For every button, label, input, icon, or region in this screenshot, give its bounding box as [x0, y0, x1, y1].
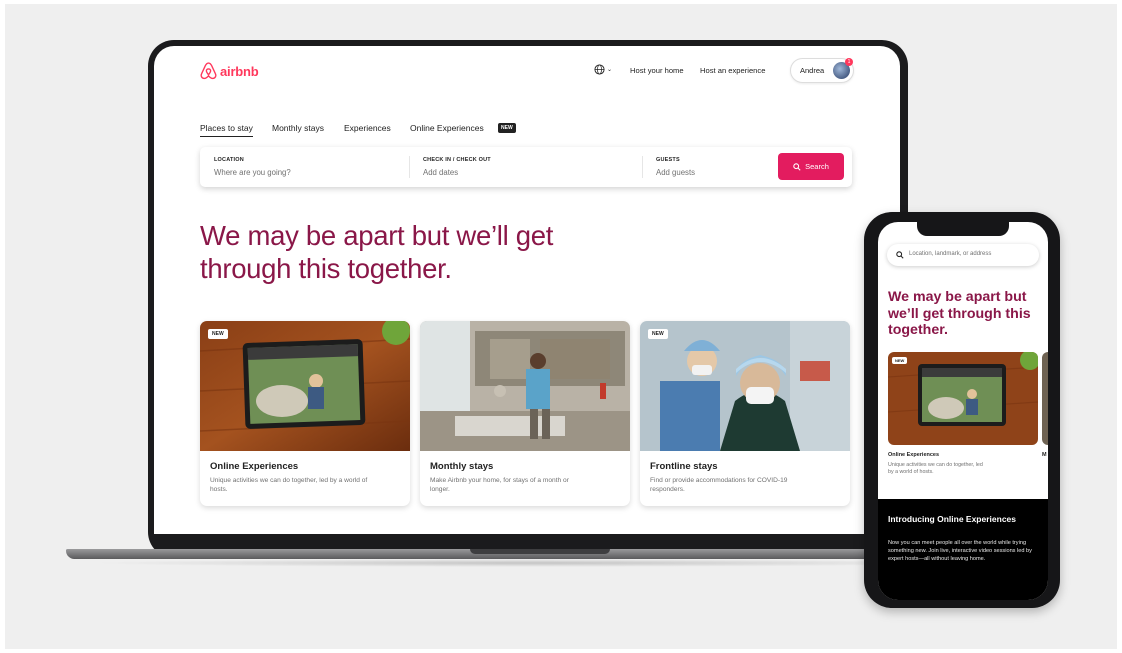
search-button[interactable]: Search	[778, 153, 844, 180]
card-online-experiences[interactable]: NEW Online Experiences Unique activities…	[200, 321, 410, 506]
location-input[interactable]: Where are you going?	[214, 168, 291, 177]
phone-search-placeholder: Location, landmark, or address	[909, 251, 992, 257]
guests-label: GUESTS	[656, 157, 680, 163]
card-title: Frontline stays	[650, 461, 718, 472]
card-title: Online Experiences	[210, 461, 299, 472]
card-description: Unique activities we can do together, le…	[210, 477, 368, 493]
monthly-stays-image	[420, 321, 630, 451]
user-menu-button[interactable]: Andrea 1	[790, 58, 854, 83]
user-name: Andrea	[800, 66, 825, 75]
phone-search-input[interactable]: Location, landmark, or address	[887, 244, 1039, 266]
host-an-experience-link[interactable]: Host an experience	[700, 66, 765, 75]
phone-screen: Location, landmark, or address We may be…	[878, 222, 1048, 600]
new-badge: NEW	[498, 123, 516, 133]
airbnb-belo-icon	[200, 62, 217, 80]
globe-icon	[594, 64, 605, 75]
search-icon	[896, 251, 904, 259]
chevron-down-icon: ⌄	[607, 67, 613, 73]
phone-hero-line-3: together.	[888, 322, 948, 338]
card-title: Monthly stays	[430, 461, 494, 472]
search-bar: LOCATION Where are you going? CHECK IN /…	[200, 147, 852, 187]
phone-peek-card-title: M	[1042, 452, 1047, 458]
laptop-chin	[154, 534, 900, 548]
phone-card-peek[interactable]	[1042, 352, 1048, 445]
hero-line-1: We may be apart but we’ll get	[200, 220, 554, 251]
language-selector[interactable]: ⌄	[594, 64, 612, 75]
dates-input[interactable]: Add dates	[423, 168, 458, 177]
card-description: Find or provide accommodations for COVID…	[650, 477, 788, 493]
notification-badge: 1	[845, 58, 853, 66]
laptop-shadow	[90, 559, 970, 567]
new-badge: NEW	[648, 329, 668, 339]
phone-hero-heading: We may be apart but we’ll get through th…	[888, 289, 1043, 339]
phone-hero-line-1: We may be apart but	[888, 289, 1027, 305]
phone-card-title: Online Experiences	[888, 452, 940, 458]
laptop-hinge-notch	[470, 549, 610, 554]
airbnb-logo[interactable]: airbnb	[200, 62, 259, 80]
search-divider	[642, 156, 643, 178]
tab-online-experiences[interactable]: Online Experiences	[410, 123, 484, 133]
tab-experiences[interactable]: Experiences	[344, 123, 391, 133]
hero-heading: We may be apart but we’ll get through th…	[200, 219, 620, 285]
laptop-screen: airbnb ⌄ Host your home Host an experien…	[154, 46, 900, 534]
tab-places-to-stay[interactable]: Places to stay	[200, 123, 253, 137]
phone-promo-description: Now you can meet people all over the wor…	[888, 540, 1032, 562]
phone-notch	[917, 222, 1009, 236]
online-experiences-image	[888, 352, 1038, 445]
card-monthly-stays[interactable]: Monthly stays Make Airbnb your home, for…	[420, 321, 630, 506]
phone-card-description: Unique activities we can do together, le…	[888, 462, 983, 475]
phone-hero-line-2: we’ll get through this	[888, 305, 1031, 322]
search-divider	[409, 156, 410, 178]
tab-monthly-stays[interactable]: Monthly stays	[272, 123, 324, 133]
hero-line-2: through this together.	[200, 253, 452, 284]
new-badge: NEW	[208, 329, 228, 339]
search-icon	[793, 162, 801, 171]
phone-promo-title: Introducing Online Experiences	[888, 514, 1016, 524]
online-experiences-image	[200, 321, 410, 451]
card-frontline-stays[interactable]: NEW Frontline stays Find or provide acco…	[640, 321, 850, 506]
host-your-home-link[interactable]: Host your home	[630, 66, 684, 75]
location-label: LOCATION	[214, 157, 244, 163]
guests-input[interactable]: Add guests	[656, 168, 695, 177]
search-button-label: Search	[805, 162, 829, 171]
frontline-stays-image	[640, 321, 850, 451]
phone-promo-section: Introducing Online Experiences Now you c…	[878, 499, 1048, 600]
brand-name: airbnb	[220, 63, 259, 79]
card-description: Make Airbnb your home, for stays of a mo…	[430, 477, 569, 493]
phone-card-online-experiences[interactable]: NEW	[888, 352, 1038, 445]
new-badge: NEW	[892, 357, 908, 364]
dates-label: CHECK IN / CHECK OUT	[423, 157, 491, 163]
